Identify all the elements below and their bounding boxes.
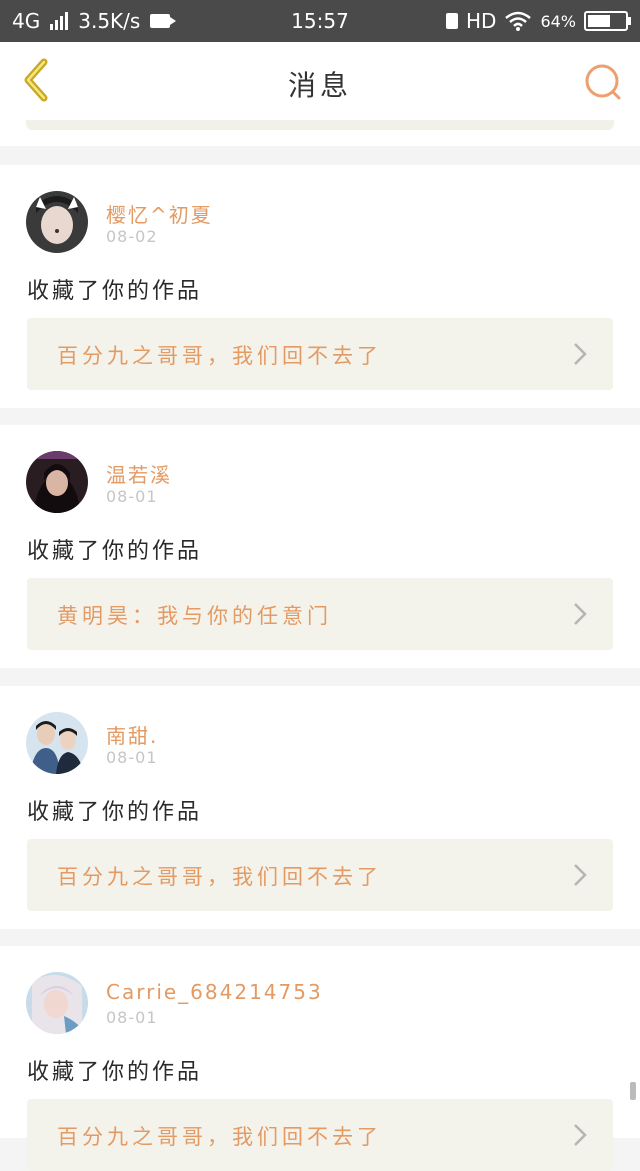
battery-icon (584, 11, 631, 31)
date: 08-02 (106, 227, 158, 246)
work-title: 百分九之哥哥，我们回不去了 (57, 1125, 382, 1149)
action-text: 收藏了你的作品 (27, 800, 203, 825)
search-icon[interactable] (582, 60, 626, 104)
action-text: 收藏了你的作品 (27, 1060, 203, 1085)
action-text: 收藏了你的作品 (27, 539, 203, 564)
work-title: 百分九之哥哥，我们回不去了 (57, 344, 382, 368)
username[interactable]: 南甜. (106, 720, 158, 749)
action-text: 收藏了你的作品 (27, 279, 203, 304)
notification-card: 樱忆^初夏 08-02 收藏了你的作品 百分九之哥哥，我们回不去了 (0, 165, 640, 408)
status-bar: 4G 3.5K/s 15:57 HD 64% (0, 0, 640, 42)
work-title: 百分九之哥哥，我们回不去了 (57, 865, 382, 889)
work-link[interactable]: 百分九之哥哥，我们回不去了 (27, 839, 613, 911)
scrollbar-thumb[interactable] (630, 1082, 636, 1100)
battery-percent: 64% (540, 11, 576, 31)
page-title: 消息 (287, 69, 352, 102)
previous-card-tail (0, 120, 640, 146)
avatar[interactable] (26, 451, 88, 513)
notification-card: 南甜. 08-01 收藏了你的作品 百分九之哥哥，我们回不去了 (0, 686, 640, 929)
header: 消息 (0, 42, 640, 121)
hd-indicator: HD (465, 9, 497, 33)
work-link[interactable]: 百分九之哥哥，我们回不去了 (27, 318, 613, 390)
avatar[interactable] (26, 712, 88, 774)
notification-card: 温若溪 08-01 收藏了你的作品 黄明昊：我与你的任意门 (0, 425, 640, 668)
work-link[interactable]: 百分九之哥哥，我们回不去了 (27, 1099, 613, 1171)
work-link[interactable]: 黄明昊：我与你的任意门 (27, 578, 613, 650)
work-title: 黄明昊：我与你的任意门 (57, 604, 332, 628)
date: 08-01 (106, 748, 158, 767)
chevron-right-icon (574, 343, 587, 365)
username[interactable]: 温若溪 (106, 459, 172, 488)
charging-icon (445, 13, 458, 29)
chevron-right-icon (574, 864, 587, 886)
notification-card: Carrie_684214753 08-01 收藏了你的作品 百分九之哥哥，我们… (0, 946, 640, 1171)
chevron-right-icon (574, 1124, 587, 1146)
username[interactable]: Carrie_684214753 (106, 980, 323, 1004)
wifi-icon (505, 11, 532, 31)
date: 08-01 (106, 1008, 158, 1027)
chevron-right-icon (574, 603, 587, 625)
avatar[interactable] (26, 191, 88, 253)
username[interactable]: 樱忆^初夏 (106, 199, 213, 228)
avatar[interactable] (26, 972, 88, 1034)
date: 08-01 (106, 487, 158, 506)
